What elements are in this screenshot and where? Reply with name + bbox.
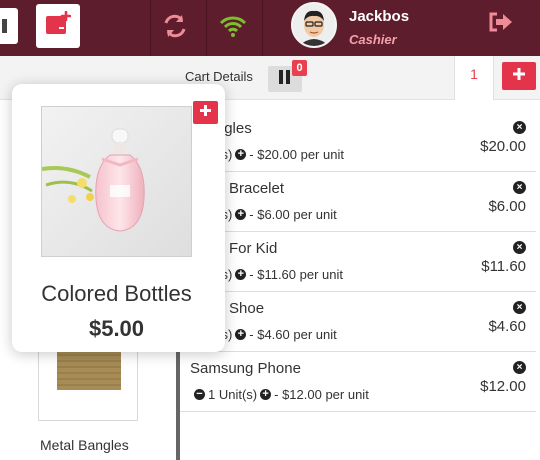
add-to-cart-button[interactable]: [193, 101, 218, 124]
product-image: [41, 106, 192, 257]
divider: [262, 0, 263, 56]
logout-icon: [488, 11, 514, 38]
cart-item-total: $6.00: [488, 198, 526, 215]
refresh-button[interactable]: [150, 8, 200, 48]
cart-items-list: l Bangles Unit(s) + - $20.00 per unit × …: [180, 112, 536, 412]
plus-icon: [199, 104, 212, 122]
cart-item[interactable]: For Kid Unit(s) + - $11.60 per unit × $1…: [180, 232, 536, 292]
cart-item-name: Bracelet: [229, 180, 285, 197]
cart-item[interactable]: Bracelet Unit(s) + - $6.00 per unit × $6…: [180, 172, 536, 232]
cart-item-total: $11.60: [481, 258, 526, 275]
pause-icon: [279, 69, 291, 89]
cart-item-name: Shoe: [229, 300, 265, 317]
increase-quantity-icon[interactable]: +: [235, 209, 247, 220]
unit-price-text: - $6.00 per unit: [249, 207, 337, 222]
quantity-text: 1 Unit(s): [208, 387, 258, 402]
connection-status-button[interactable]: [208, 8, 258, 48]
product-popup-card[interactable]: Colored Bottles $5.00: [12, 84, 225, 352]
product-name: Colored Bottles: [41, 281, 192, 306]
add-cart-button[interactable]: [502, 62, 536, 90]
cart-item-quantity: − 1 Unit(s) + - $12.00 per unit: [194, 387, 369, 402]
remove-item-icon[interactable]: ×: [513, 181, 526, 194]
avatar[interactable]: [291, 2, 337, 48]
cart-item-total: $4.60: [488, 318, 526, 335]
cart-item-total: $12.00: [480, 378, 526, 395]
cart-item[interactable]: Samsung Phone − 1 Unit(s) + - $12.00 per…: [180, 352, 536, 412]
logout-button[interactable]: [484, 10, 518, 38]
new-tab-icon: [45, 10, 72, 42]
cart-details-label: Cart Details: [185, 69, 253, 84]
cart-item-name: For Kid: [229, 240, 278, 257]
decrease-quantity-icon[interactable]: −: [194, 389, 205, 400]
remove-item-icon[interactable]: ×: [513, 121, 526, 134]
tab-cart-1[interactable]: 1: [454, 56, 494, 100]
new-order-button[interactable]: [36, 4, 80, 48]
menu-toggle-stub[interactable]: [0, 8, 18, 44]
increase-quantity-icon[interactable]: +: [260, 389, 272, 400]
remove-item-icon[interactable]: ×: [513, 361, 526, 374]
user-role: Cashier: [349, 32, 397, 47]
wifi-icon: [219, 14, 247, 43]
top-bar: Jackbos Cashier: [0, 0, 540, 56]
divider: [206, 0, 207, 56]
remove-item-icon[interactable]: ×: [513, 301, 526, 314]
product-thumb-label: Metal Bangles: [40, 437, 129, 453]
unit-price-text: - $20.00 per unit: [249, 147, 344, 162]
cart-item[interactable]: Shoe Unit(s) + - $4.60 per unit × $4.60: [180, 292, 536, 352]
paused-count-badge: 0: [292, 60, 307, 76]
cart-item-name: Samsung Phone: [190, 360, 301, 377]
unit-price-text: - $12.00 per unit: [274, 387, 369, 402]
increase-quantity-icon[interactable]: +: [235, 149, 247, 160]
cart-item[interactable]: l Bangles Unit(s) + - $20.00 per unit × …: [180, 112, 536, 172]
remove-item-icon[interactable]: ×: [513, 241, 526, 254]
product-price: $5.00: [88, 316, 145, 341]
user-name: Jackbos: [349, 8, 410, 25]
unit-price-text: - $4.60 per unit: [249, 327, 337, 342]
unit-price-text: - $11.60 per unit: [249, 267, 343, 282]
refresh-icon: [162, 13, 188, 44]
plus-icon: [512, 67, 526, 86]
increase-quantity-icon[interactable]: +: [235, 329, 247, 340]
cart-item-total: $20.00: [480, 138, 526, 155]
increase-quantity-icon[interactable]: +: [235, 269, 247, 280]
